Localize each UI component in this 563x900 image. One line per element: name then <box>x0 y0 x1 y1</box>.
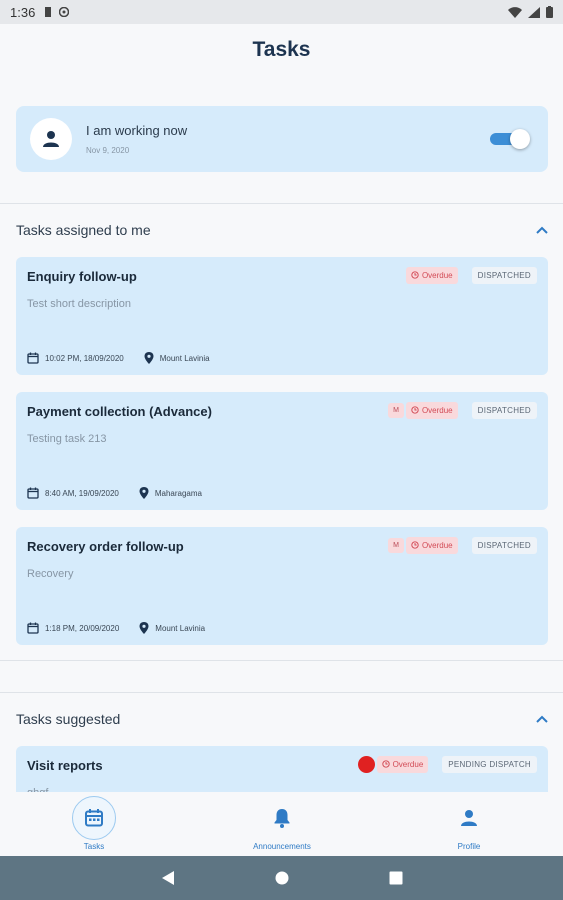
overdue-badge: Overdue <box>405 401 458 419</box>
work-status-title: I am working now <box>86 123 188 138</box>
task-title: Visit reports <box>27 758 103 773</box>
section-header-assigned[interactable]: Tasks assigned to me <box>16 218 548 242</box>
nav-item-profile[interactable]: Profile <box>409 792 529 856</box>
clock-icon <box>411 271 419 279</box>
clock-icon <box>411 541 419 549</box>
chevron-up-icon[interactable] <box>536 226 548 234</box>
bell-icon <box>274 809 290 828</box>
toggle-knob <box>510 129 530 149</box>
task-location: Mount Lavinia <box>155 623 206 633</box>
status-time: 1:36 <box>10 4 36 20</box>
status-badge: PENDING DISPATCH <box>442 755 537 773</box>
nav-label: Profile <box>457 842 481 851</box>
divider <box>0 660 563 661</box>
nav-tasks-circle <box>72 796 116 840</box>
divider <box>0 692 563 693</box>
bottom-nav: Tasks Announcements Profile <box>0 792 563 856</box>
system-nav-bar <box>0 856 563 900</box>
person-icon <box>461 810 477 826</box>
overdue-label: Overdue <box>421 270 453 280</box>
sd-card-icon <box>45 7 52 17</box>
location-pin-icon <box>144 352 154 364</box>
work-status-card: I am working now Nov 9, 2020 <box>16 106 548 172</box>
task-datetime: 1:18 PM, 20/09/2020 <box>45 623 120 633</box>
section-header-suggested[interactable]: Tasks suggested <box>16 707 548 731</box>
divider <box>0 203 563 204</box>
task-card[interactable]: Payment collection (Advance) M Overdue D… <box>16 392 548 510</box>
app-header: Tasks <box>0 24 563 76</box>
nav-announcements-circle <box>260 796 304 840</box>
task-description: Test short description <box>27 298 131 310</box>
task-card[interactable]: Enquiry follow-up Overdue DISPATCHED Tes… <box>16 257 548 375</box>
back-icon[interactable] <box>161 870 175 886</box>
priority-dot <box>357 755 375 773</box>
overdue-label: Overdue <box>392 759 424 769</box>
overdue-badge: Overdue <box>376 755 429 773</box>
recents-icon[interactable] <box>389 871 403 885</box>
section-label: Tasks assigned to me <box>16 222 151 238</box>
task-description: Testing task 213 <box>27 433 107 445</box>
priority-badge: M <box>388 537 404 553</box>
avatar <box>30 118 72 160</box>
calendar-icon <box>85 809 103 827</box>
task-description: Recovery <box>27 568 74 580</box>
overdue-label: Overdue <box>421 405 453 415</box>
overdue-badge: Overdue <box>405 266 458 284</box>
task-location: Mount Lavinia <box>159 353 210 363</box>
task-title: Payment collection (Advance) <box>27 404 212 419</box>
nav-label: Announcements <box>253 842 311 851</box>
nav-item-announcements[interactable]: Announcements <box>222 792 342 856</box>
notification-icon <box>59 7 70 17</box>
task-datetime: 10:02 PM, 18/09/2020 <box>45 353 124 363</box>
task-title: Recovery order follow-up <box>27 539 184 554</box>
clock-icon <box>411 406 419 414</box>
task-title: Enquiry follow-up <box>27 269 137 284</box>
nav-item-tasks[interactable]: Tasks <box>34 792 154 856</box>
suggested-task-card[interactable]: Visit reports Overdue PENDING DISPATCH g… <box>16 746 548 792</box>
priority-badge: M <box>388 402 404 418</box>
status-badge: DISPATCHED <box>471 266 537 284</box>
home-icon[interactable] <box>275 871 289 885</box>
overdue-badge: Overdue <box>405 536 458 554</box>
location-pin-icon <box>139 487 149 499</box>
wifi-icon <box>508 6 522 18</box>
status-bar: 1:36 <box>0 0 563 24</box>
calendar-icon <box>27 352 39 364</box>
chevron-up-icon[interactable] <box>536 715 548 723</box>
overdue-label: Overdue <box>421 540 453 550</box>
page-title: Tasks <box>252 38 311 61</box>
status-badge: DISPATCHED <box>471 401 537 419</box>
nav-label: Tasks <box>83 842 105 851</box>
calendar-icon <box>27 487 39 499</box>
working-toggle[interactable] <box>490 129 530 149</box>
signal-icon <box>528 6 540 18</box>
calendar-icon <box>27 622 39 634</box>
nav-profile-circle <box>447 796 491 840</box>
location-pin-icon <box>139 622 149 634</box>
work-status-date: Nov 9, 2020 <box>86 146 130 155</box>
task-card[interactable]: Recovery order follow-up M Overdue DISPA… <box>16 527 548 645</box>
battery-icon <box>546 6 553 18</box>
clock-icon <box>381 760 390 768</box>
task-datetime: 8:40 AM, 19/09/2020 <box>45 488 119 498</box>
section-label: Tasks suggested <box>16 711 121 727</box>
person-icon <box>43 131 59 147</box>
task-location: Maharagama <box>154 488 202 498</box>
status-badge: DISPATCHED <box>471 536 537 554</box>
